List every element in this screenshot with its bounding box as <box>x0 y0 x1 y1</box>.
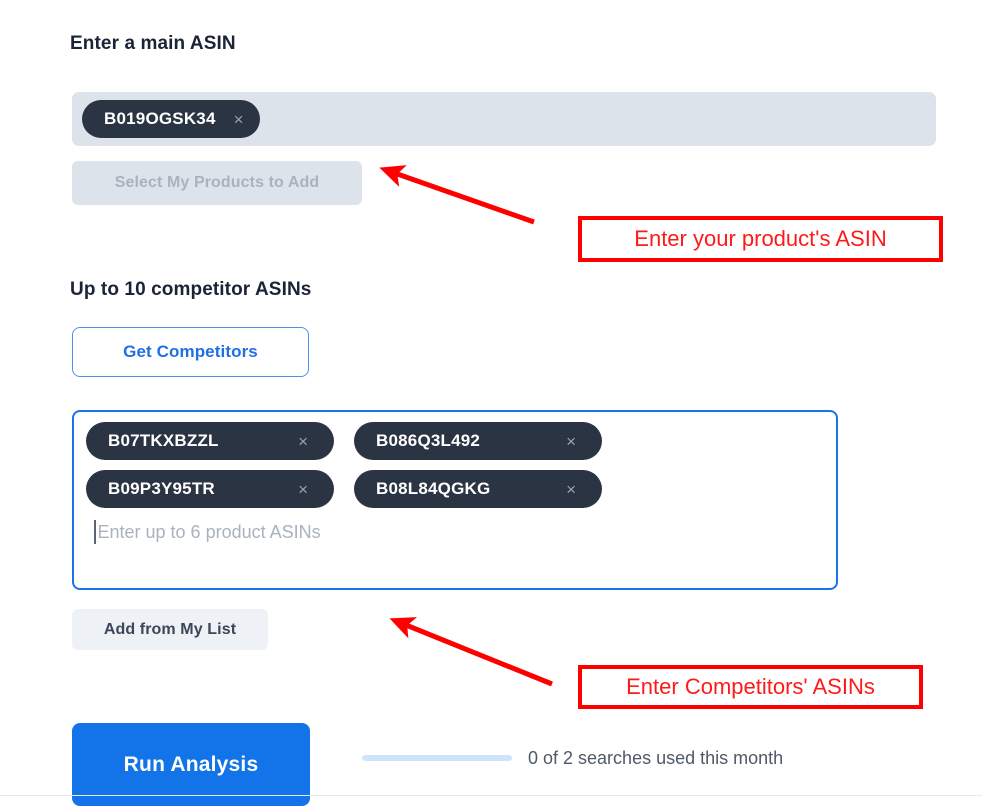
asin-chip-label: B07TKXBZZL <box>108 431 219 450</box>
competitor-asin-entry-row[interactable] <box>86 514 824 550</box>
close-icon[interactable]: × <box>566 433 576 450</box>
search-usage-label: 0 of 2 searches used this month <box>528 748 784 768</box>
main-asin-input-field[interactable]: B019OGSK34 × <box>72 92 936 146</box>
add-from-my-list-button[interactable]: Add from My List <box>72 609 268 650</box>
main-asin-heading: Enter a main ASIN <box>70 33 236 54</box>
asin-chip[interactable]: B07TKXBZZL × <box>86 422 334 460</box>
select-my-products-button[interactable]: Select My Products to Add <box>72 161 362 205</box>
asin-chip-label: B019OGSK34 <box>104 109 216 128</box>
annotation-competitor-asins: Enter Competitors' ASINs <box>578 665 923 709</box>
text-cursor <box>94 520 96 544</box>
close-icon[interactable]: × <box>566 481 576 498</box>
competitor-asins-input-box[interactable]: B07TKXBZZL × B086Q3L492 × B09P3Y95TR × B… <box>72 410 838 590</box>
asin-chip[interactable]: B09P3Y95TR × <box>86 470 334 508</box>
asin-chip-label: B086Q3L492 <box>376 431 481 450</box>
annotation-main-asin: Enter your product's ASIN <box>578 216 943 262</box>
close-icon[interactable]: × <box>234 111 244 128</box>
asin-chip[interactable]: B08L84QGKG × <box>354 470 602 508</box>
asin-chip-label: B08L84QGKG <box>376 479 491 498</box>
arrow-to-competitor-asins <box>389 617 553 687</box>
close-icon[interactable]: × <box>298 481 308 498</box>
search-usage-progress-bar <box>362 755 512 761</box>
asin-chip-label: B09P3Y95TR <box>108 479 215 498</box>
competitor-asins-heading: Up to 10 competitor ASINs <box>70 279 312 300</box>
asin-chip[interactable]: B019OGSK34 × <box>82 100 260 138</box>
competitor-asin-input[interactable] <box>97 521 738 543</box>
bottom-divider <box>0 795 982 796</box>
asin-chip[interactable]: B086Q3L492 × <box>354 422 602 460</box>
get-competitors-button[interactable]: Get Competitors <box>72 327 309 377</box>
competitor-chip-list: B07TKXBZZL × B086Q3L492 × B09P3Y95TR × B… <box>86 422 824 508</box>
asin-analysis-form: Enter a main ASIN B019OGSK34 × Select My… <box>0 0 982 810</box>
close-icon[interactable]: × <box>298 433 308 450</box>
run-analysis-button[interactable]: Run Analysis <box>72 723 310 806</box>
arrow-to-main-asin <box>379 165 535 225</box>
